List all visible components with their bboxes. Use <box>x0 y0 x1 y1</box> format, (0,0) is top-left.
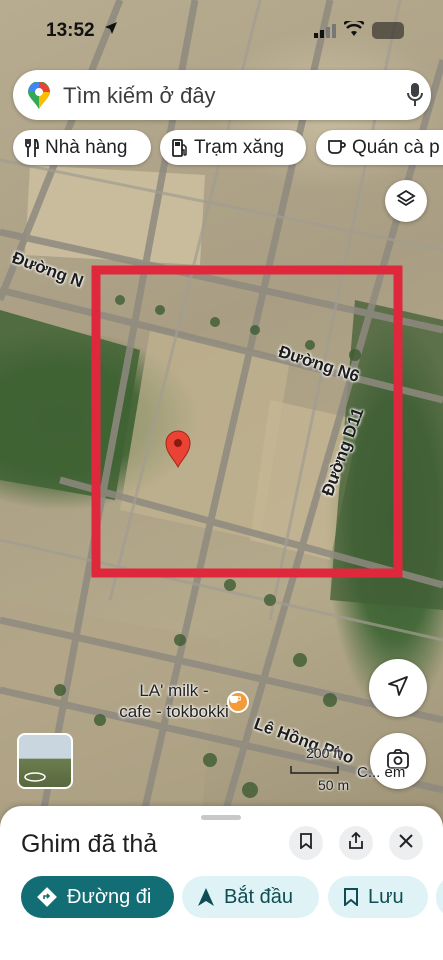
wifi-icon <box>343 18 365 42</box>
share-button[interactable] <box>339 826 373 860</box>
chip-gas-stations[interactable]: Trạm xăng <box>160 130 306 165</box>
maps-pin-logo <box>27 81 51 115</box>
save-bookmark-button[interactable] <box>289 826 323 860</box>
layers-button[interactable] <box>385 180 427 222</box>
signal-icon <box>314 24 336 43</box>
directions-button[interactable]: Đường đi <box>21 876 174 918</box>
navigation-arrow-icon <box>198 888 214 906</box>
battery-icon <box>372 22 404 39</box>
search-bar[interactable]: Tìm kiếm ở đây <box>13 70 431 120</box>
chip-coffee[interactable]: Quán cà p <box>316 130 443 165</box>
sheet-drag-handle[interactable] <box>201 815 241 820</box>
restaurant-icon <box>25 138 39 157</box>
gas-station-icon <box>172 138 188 157</box>
scale-bar <box>290 766 339 774</box>
lens-overlap-label: C... em <box>357 764 406 781</box>
sheet-title: Ghim đã thả <box>21 830 158 858</box>
microphone-icon[interactable] <box>407 83 423 112</box>
place-sheet[interactable]: Ghim đã thả Đường đi Bắt đầu Lưu <box>0 806 443 960</box>
layers-icon <box>396 189 416 214</box>
bookmark-icon <box>344 888 358 906</box>
scale-m: 50 m <box>318 777 350 793</box>
location-arrow-icon <box>104 21 118 40</box>
share-icon <box>349 831 363 854</box>
close-icon <box>399 833 413 853</box>
save-button[interactable]: Lưu <box>328 876 428 918</box>
category-chips: Nhà hàng Trạm xăng Quán cà p <box>13 130 443 166</box>
coffee-place-icon[interactable] <box>227 691 249 713</box>
coffee-icon <box>328 139 346 156</box>
start-button[interactable]: Bắt đầu <box>182 876 319 918</box>
map-scale: 200 ft 50 m <box>290 745 352 793</box>
place-label-cafe[interactable]: LA' milk - cafe - tokbokki <box>118 680 230 722</box>
street-view-thumbnail[interactable] <box>17 733 73 789</box>
navigation-arrow-icon <box>387 675 409 702</box>
search-input[interactable]: Tìm kiếm ở đây <box>63 83 216 109</box>
chip-restaurants[interactable]: Nhà hàng <box>13 130 151 165</box>
directions-icon <box>37 887 57 907</box>
my-location-button[interactable] <box>369 659 427 717</box>
status-bar: 13:52 <box>0 0 443 62</box>
more-actions-button[interactable] <box>436 876 443 918</box>
bookmark-icon <box>300 832 312 854</box>
rotate-360-icon <box>24 772 46 782</box>
status-time: 13:52 <box>46 20 95 41</box>
scale-ft: 200 ft <box>306 745 342 761</box>
close-button[interactable] <box>389 826 423 860</box>
